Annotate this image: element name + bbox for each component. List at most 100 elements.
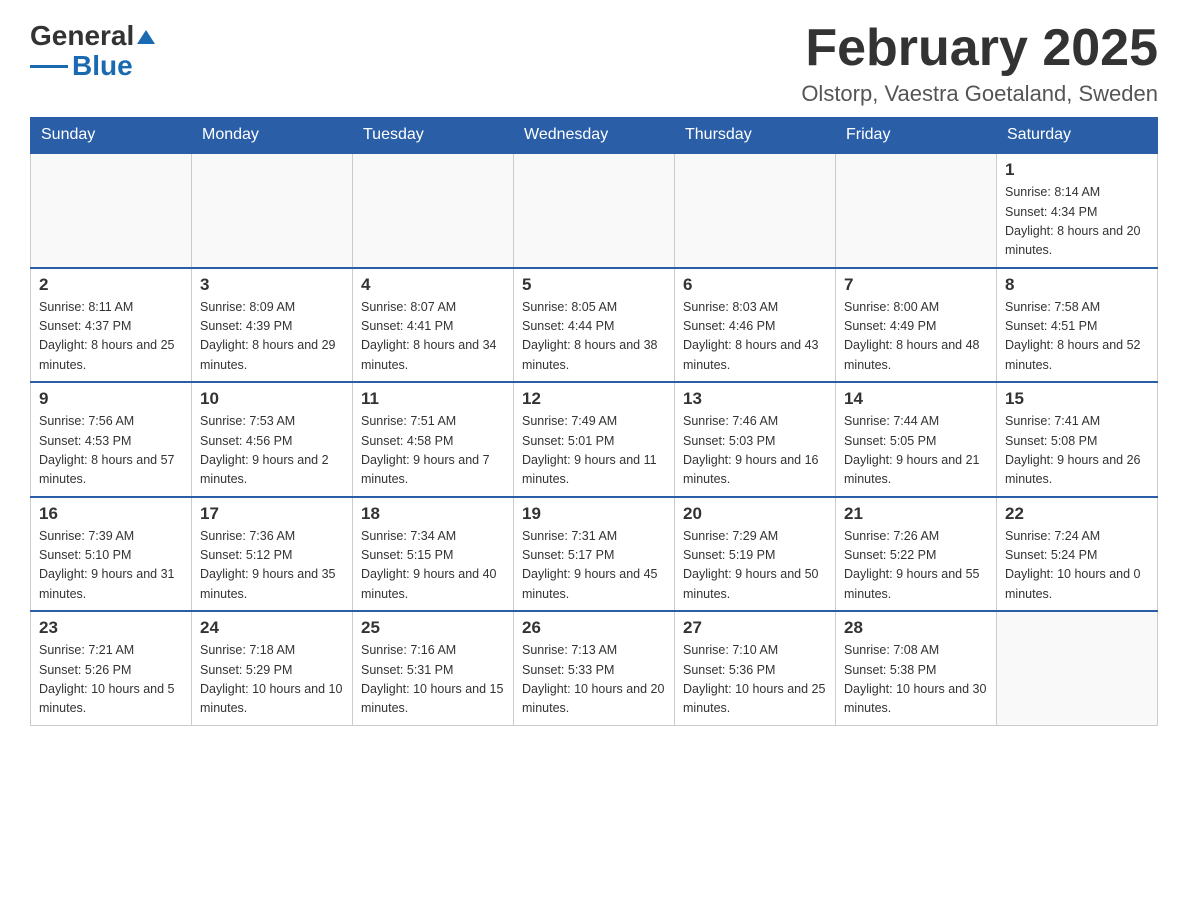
day-info: Sunrise: 7:21 AMSunset: 5:26 PMDaylight:… xyxy=(39,641,183,719)
calendar-cell: 21 Sunrise: 7:26 AMSunset: 5:22 PMDayligh… xyxy=(836,497,997,612)
calendar-cell: 17Sunrise: 7:36 AMSunset: 5:12 PMDayligh… xyxy=(192,497,353,612)
day-info: Sunrise: 8:03 AMSunset: 4:46 PMDaylight:… xyxy=(683,298,827,376)
day-number: 19 xyxy=(522,504,666,524)
day-info: Sunrise: 7:58 AMSunset: 4:51 PMDaylight:… xyxy=(1005,298,1149,376)
day-number: 12 xyxy=(522,389,666,409)
logo-triangle-icon xyxy=(137,30,155,44)
day-info: Sunrise: 8:07 AMSunset: 4:41 PMDaylight:… xyxy=(361,298,505,376)
day-number: 16 xyxy=(39,504,183,524)
calendar-cell: 8 Sunrise: 7:58 AMSunset: 4:51 PMDaylight… xyxy=(997,268,1158,383)
day-info: Sunrise: 7:51 AMSunset: 4:58 PMDaylight:… xyxy=(361,412,505,490)
day-info: Sunrise: 7:13 AMSunset: 5:33 PMDaylight:… xyxy=(522,641,666,719)
day-number: 9 xyxy=(39,389,183,409)
calendar-cell: 10 Sunrise: 7:53 AMSunset: 4:56 PMDayligh… xyxy=(192,382,353,497)
calendar-cell: 1Sunrise: 8:14 AMSunset: 4:34 PMDaylight… xyxy=(997,153,1158,268)
day-info: Sunrise: 7:46 AMSunset: 5:03 PMDaylight:… xyxy=(683,412,827,490)
week-row-5: 23Sunrise: 7:21 AMSunset: 5:26 PMDayligh… xyxy=(31,611,1158,725)
calendar-table: Sunday Monday Tuesday Wednesday Thursday… xyxy=(30,117,1158,726)
week-row-1: 1Sunrise: 8:14 AMSunset: 4:34 PMDaylight… xyxy=(31,153,1158,268)
header-monday: Monday xyxy=(192,118,353,154)
page-header: General Blue February 2025 Olstorp, Vaes… xyxy=(30,20,1158,107)
calendar-cell: 6 Sunrise: 8:03 AMSunset: 4:46 PMDaylight… xyxy=(675,268,836,383)
day-info: Sunrise: 7:39 AMSunset: 5:10 PMDaylight:… xyxy=(39,527,183,605)
day-info: Sunrise: 7:44 AMSunset: 5:05 PMDaylight:… xyxy=(844,412,988,490)
day-info: Sunrise: 7:16 AMSunset: 5:31 PMDaylight:… xyxy=(361,641,505,719)
calendar-cell xyxy=(192,153,353,268)
day-info: Sunrise: 7:34 AMSunset: 5:15 PMDaylight:… xyxy=(361,527,505,605)
day-info: Sunrise: 8:11 AMSunset: 4:37 PMDaylight:… xyxy=(39,298,183,376)
calendar-cell: 4 Sunrise: 8:07 AMSunset: 4:41 PMDaylight… xyxy=(353,268,514,383)
calendar-cell: 27 Sunrise: 7:10 AMSunset: 5:36 PMDayligh… xyxy=(675,611,836,725)
day-number: 1 xyxy=(1005,160,1149,180)
weekday-header-row: Sunday Monday Tuesday Wednesday Thursday… xyxy=(31,118,1158,154)
month-title: February 2025 xyxy=(801,20,1158,77)
day-info: Sunrise: 8:00 AMSunset: 4:49 PMDaylight:… xyxy=(844,298,988,376)
week-row-2: 2Sunrise: 8:11 AMSunset: 4:37 PMDaylight… xyxy=(31,268,1158,383)
calendar-cell xyxy=(675,153,836,268)
day-number: 3 xyxy=(200,275,344,295)
day-number: 21 xyxy=(844,504,988,524)
header-sunday: Sunday xyxy=(31,118,192,154)
calendar-cell: 13 Sunrise: 7:46 AMSunset: 5:03 PMDayligh… xyxy=(675,382,836,497)
day-info: Sunrise: 7:56 AMSunset: 4:53 PMDaylight:… xyxy=(39,412,183,490)
day-info: Sunrise: 7:41 AMSunset: 5:08 PMDaylight:… xyxy=(1005,412,1149,490)
day-info: Sunrise: 8:05 AMSunset: 4:44 PMDaylight:… xyxy=(522,298,666,376)
header-wednesday: Wednesday xyxy=(514,118,675,154)
logo: General Blue xyxy=(30,20,155,82)
week-row-4: 16 Sunrise: 7:39 AMSunset: 5:10 PMDayligh… xyxy=(31,497,1158,612)
day-number: 27 xyxy=(683,618,827,638)
day-number: 22 xyxy=(1005,504,1149,524)
day-info: Sunrise: 7:18 AMSunset: 5:29 PMDaylight:… xyxy=(200,641,344,719)
day-number: 24 xyxy=(200,618,344,638)
day-info: Sunrise: 7:53 AMSunset: 4:56 PMDaylight:… xyxy=(200,412,344,490)
day-number: 6 xyxy=(683,275,827,295)
calendar-cell: 7Sunrise: 8:00 AMSunset: 4:49 PMDaylight… xyxy=(836,268,997,383)
calendar-cell: 2Sunrise: 8:11 AMSunset: 4:37 PMDaylight… xyxy=(31,268,192,383)
day-number: 11 xyxy=(361,389,505,409)
day-number: 5 xyxy=(522,275,666,295)
calendar-cell: 24 Sunrise: 7:18 AMSunset: 5:29 PMDayligh… xyxy=(192,611,353,725)
calendar-cell xyxy=(997,611,1158,725)
calendar-cell xyxy=(31,153,192,268)
day-number: 18 xyxy=(361,504,505,524)
calendar-cell: 9 Sunrise: 7:56 AMSunset: 4:53 PMDaylight… xyxy=(31,382,192,497)
calendar-cell: 19 Sunrise: 7:31 AMSunset: 5:17 PMDayligh… xyxy=(514,497,675,612)
calendar-cell: 16 Sunrise: 7:39 AMSunset: 5:10 PMDayligh… xyxy=(31,497,192,612)
day-info: Sunrise: 8:09 AMSunset: 4:39 PMDaylight:… xyxy=(200,298,344,376)
calendar-cell: 28Sunrise: 7:08 AMSunset: 5:38 PMDayligh… xyxy=(836,611,997,725)
header-friday: Friday xyxy=(836,118,997,154)
day-info: Sunrise: 7:08 AMSunset: 5:38 PMDaylight:… xyxy=(844,641,988,719)
day-info: Sunrise: 7:31 AMSunset: 5:17 PMDaylight:… xyxy=(522,527,666,605)
calendar-cell: 18 Sunrise: 7:34 AMSunset: 5:15 PMDayligh… xyxy=(353,497,514,612)
day-number: 13 xyxy=(683,389,827,409)
day-number: 20 xyxy=(683,504,827,524)
calendar-cell: 14Sunrise: 7:44 AMSunset: 5:05 PMDayligh… xyxy=(836,382,997,497)
location-subtitle: Olstorp, Vaestra Goetaland, Sweden xyxy=(801,81,1158,107)
day-info: Sunrise: 7:49 AMSunset: 5:01 PMDaylight:… xyxy=(522,412,666,490)
day-info: Sunrise: 7:10 AMSunset: 5:36 PMDaylight:… xyxy=(683,641,827,719)
calendar-cell: 22 Sunrise: 7:24 AMSunset: 5:24 PMDayligh… xyxy=(997,497,1158,612)
day-number: 8 xyxy=(1005,275,1149,295)
day-number: 15 xyxy=(1005,389,1149,409)
logo-general-text: General xyxy=(30,20,134,52)
calendar-cell: 5 Sunrise: 8:05 AMSunset: 4:44 PMDaylight… xyxy=(514,268,675,383)
calendar-cell: 25 Sunrise: 7:16 AMSunset: 5:31 PMDayligh… xyxy=(353,611,514,725)
day-number: 10 xyxy=(200,389,344,409)
calendar-cell xyxy=(836,153,997,268)
day-number: 4 xyxy=(361,275,505,295)
day-info: Sunrise: 7:26 AMSunset: 5:22 PMDaylight:… xyxy=(844,527,988,605)
calendar-cell: 11 Sunrise: 7:51 AMSunset: 4:58 PMDayligh… xyxy=(353,382,514,497)
week-row-3: 9 Sunrise: 7:56 AMSunset: 4:53 PMDaylight… xyxy=(31,382,1158,497)
day-info: Sunrise: 7:29 AMSunset: 5:19 PMDaylight:… xyxy=(683,527,827,605)
calendar-cell: 23Sunrise: 7:21 AMSunset: 5:26 PMDayligh… xyxy=(31,611,192,725)
day-number: 25 xyxy=(361,618,505,638)
calendar-cell xyxy=(514,153,675,268)
calendar-cell xyxy=(353,153,514,268)
calendar-cell: 12 Sunrise: 7:49 AMSunset: 5:01 PMDayligh… xyxy=(514,382,675,497)
day-info: Sunrise: 7:24 AMSunset: 5:24 PMDaylight:… xyxy=(1005,527,1149,605)
day-number: 26 xyxy=(522,618,666,638)
calendar-cell: 26 Sunrise: 7:13 AMSunset: 5:33 PMDayligh… xyxy=(514,611,675,725)
calendar-cell: 3 Sunrise: 8:09 AMSunset: 4:39 PMDaylight… xyxy=(192,268,353,383)
day-info: Sunrise: 7:36 AMSunset: 5:12 PMDaylight:… xyxy=(200,527,344,605)
header-tuesday: Tuesday xyxy=(353,118,514,154)
